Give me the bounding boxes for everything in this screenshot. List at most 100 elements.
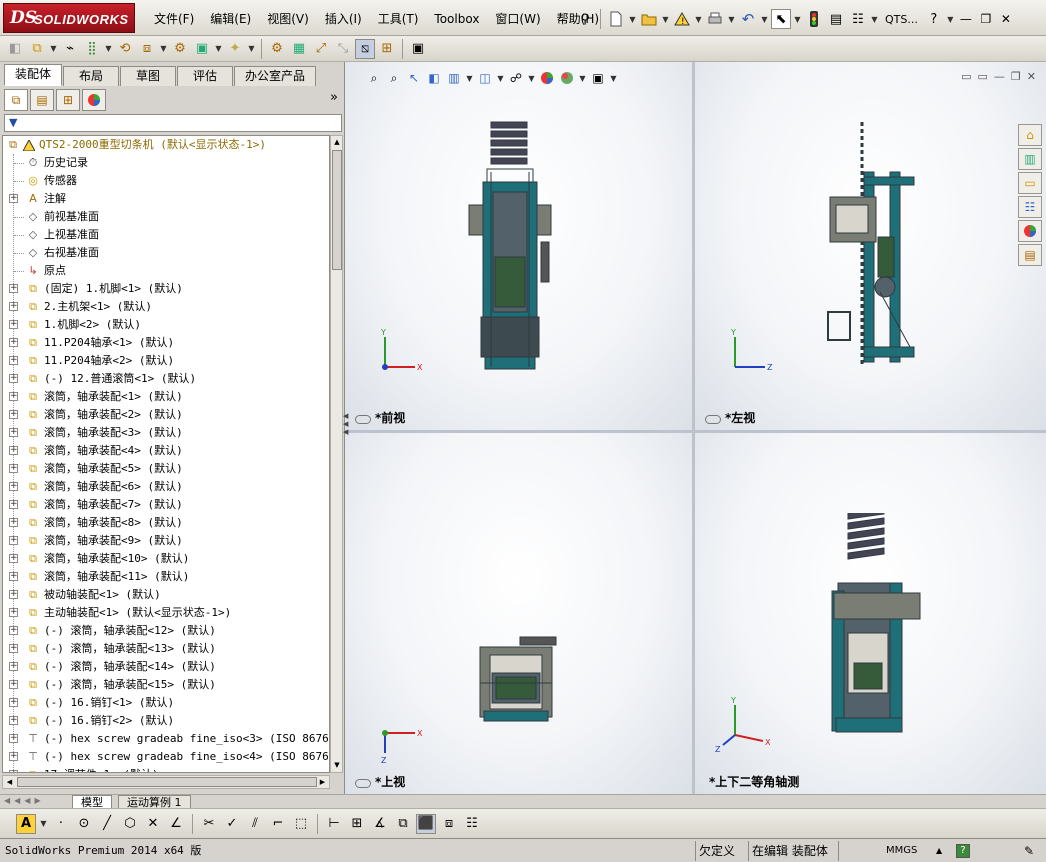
expand-icon[interactable]: + <box>9 410 18 419</box>
shaded-cube-icon[interactable]: ⬛ <box>416 813 436 834</box>
tree-item-component[interactable]: + ⊤ (-) hex screw gradeab fine_iso<3> (ISO… <box>3 730 329 748</box>
tree-vertical-scrollbar[interactable]: ▲ ▼ <box>330 135 343 773</box>
warning-icon[interactable]: ! <box>672 9 692 29</box>
tree-item-feature[interactable]: ◇ 上视基准面 <box>3 226 329 244</box>
undo-dropdown-icon[interactable]: ▼ <box>760 9 769 29</box>
zoom-to-fit-icon[interactable]: ⌕ <box>365 69 383 87</box>
tab-assembly[interactable]: 装配体 <box>4 64 63 86</box>
tree-horizontal-scrollbar[interactable]: ◀ ▶ <box>2 775 330 789</box>
expand-icon[interactable]: + <box>9 536 18 545</box>
view-palette-icon[interactable]: ☷ <box>1018 196 1042 218</box>
orientation-dropdown-icon[interactable]: ▼ <box>496 68 505 88</box>
machine-model-dimetric[interactable] <box>820 513 930 743</box>
scroll-down-icon[interactable]: ▼ <box>331 759 343 772</box>
viewport-top[interactable]: X Z *上视 <box>345 433 692 794</box>
instant3d-icon[interactable]: ▣ <box>408 39 428 59</box>
clearance-verification-icon[interactable]: ⊞ <box>377 39 397 59</box>
viewport-split-icon[interactable]: ▭ <box>978 70 988 83</box>
tree-item-component[interactable]: + ⧉ (-) 12.普通滚筒<1> (默认) <box>3 370 329 388</box>
dashed-box-icon[interactable]: ⬚ <box>291 814 311 834</box>
angle-dimension-icon[interactable]: ∡ <box>370 814 390 834</box>
machine-model-front[interactable] <box>455 117 565 377</box>
tree-item-feature[interactable]: ◇ 右视基准面 <box>3 244 329 262</box>
file-explorer-icon[interactable]: ▭ <box>1018 172 1042 194</box>
print-dropdown-icon[interactable]: ▼ <box>727 9 736 29</box>
check-icon[interactable]: ✓ <box>222 814 242 834</box>
tree-item-component[interactable]: + ⧉ (-) 滚筒，轴承装配<14> (默认) <box>3 658 329 676</box>
scene-dropdown-icon[interactable]: ▼ <box>578 68 587 88</box>
tab-sketch[interactable]: 草图 <box>120 66 177 86</box>
undo-icon[interactable]: ↶ <box>738 9 758 29</box>
tree-item-component[interactable]: + ⧉ 主动轴装配<1> (默认<显示状态-1>) <box>3 604 329 622</box>
tree-item-component[interactable]: + ⊤ (-) hex screw gradeab fine_iso<4> (ISO… <box>3 748 329 766</box>
expand-icon[interactable]: + <box>9 716 18 725</box>
bill-of-materials-icon[interactable]: ▦ <box>289 39 309 59</box>
expand-icon[interactable]: + <box>9 698 18 707</box>
circle-center-icon[interactable]: ⊙ <box>74 814 94 834</box>
view-settings-icon[interactable]: ▣ <box>589 69 607 87</box>
open-dropdown-icon[interactable]: ▼ <box>661 9 670 29</box>
print-icon[interactable] <box>705 9 725 29</box>
tree-item-feature[interactable]: ↳ 原点 <box>3 262 329 280</box>
expand-icon[interactable]: + <box>9 554 18 563</box>
configuration-manager-icon[interactable]: ⊞ <box>56 89 80 111</box>
scroll-up-icon[interactable]: ▲ <box>331 136 343 149</box>
new-motion-study-icon[interactable]: ⚙ <box>267 39 287 59</box>
feature-manager-icon[interactable]: ⧉ <box>4 89 28 111</box>
reference-geometry-icon[interactable]: ✦ <box>225 39 245 59</box>
expand-icon[interactable]: + <box>9 734 18 743</box>
dynamic-annotation-icon[interactable]: ▥ <box>445 69 463 87</box>
property-manager-icon[interactable]: ▤ <box>30 89 54 111</box>
polygon-icon[interactable]: ⬡ <box>120 814 140 834</box>
menu-tools[interactable]: 工具(T) <box>370 10 427 28</box>
camera-icon[interactable]: ⧈ <box>439 814 459 834</box>
machine-model-left[interactable] <box>820 117 930 377</box>
edit-appearance-icon[interactable] <box>538 69 556 87</box>
expand-icon[interactable]: + <box>9 680 18 689</box>
scissors-icon[interactable]: ✂ <box>199 814 219 834</box>
exploded-view-icon[interactable]: ⤢ <box>311 39 331 59</box>
new-part-icon[interactable]: ⧉ <box>27 39 47 59</box>
offset-lines-icon[interactable]: ⫽ <box>245 814 265 834</box>
scroll-right-icon[interactable]: ▶ <box>316 776 329 788</box>
expand-icon[interactable]: + <box>9 428 18 437</box>
help-status-icon[interactable]: ? <box>956 844 970 858</box>
view-settings-dropdown-icon[interactable]: ▼ <box>609 68 618 88</box>
units-display[interactable]: MMGS <box>886 842 917 860</box>
options-dropdown-icon[interactable]: ▼ <box>870 9 879 29</box>
expand-icon[interactable]: + <box>9 392 18 401</box>
appearances-icon[interactable] <box>1018 220 1042 242</box>
expand-icon[interactable]: + <box>9 446 18 455</box>
tree-item-feature[interactable]: ⏱ 历史记录 <box>3 154 329 172</box>
mate-icon[interactable]: ⌁ <box>60 39 80 59</box>
viewport-tile-icon[interactable]: ▭ <box>961 70 971 83</box>
menu-insert[interactable]: 插入(I) <box>317 10 370 28</box>
tab-layout[interactable]: 布局 <box>63 66 120 86</box>
tree-item-component[interactable]: + ⧉ 滚筒，轴承装配<4> (默认) <box>3 442 329 460</box>
expand-icon[interactable]: + <box>9 644 18 653</box>
expand-icon[interactable]: + <box>9 500 18 509</box>
tree-item-component[interactable]: + ⧉ 滚筒，轴承装配<7> (默认) <box>3 496 329 514</box>
expand-chevron-icon[interactable]: » <box>330 90 338 105</box>
expand-icon[interactable]: + <box>9 752 18 761</box>
table-icon[interactable]: ☷ <box>462 814 482 834</box>
point-icon[interactable]: · <box>51 814 71 834</box>
tree-item-component[interactable]: + ⧉ 11.P204轴承<1> (默认) <box>3 334 329 352</box>
expand-icon[interactable]: + <box>9 194 18 203</box>
annotation-icon[interactable]: A <box>16 813 36 834</box>
trim-icon[interactable]: ✕ <box>143 814 163 834</box>
select-dropdown-icon[interactable]: ▼ <box>793 9 802 29</box>
tab-evaluate[interactable]: 评估 <box>177 66 234 86</box>
tree-item-component[interactable]: + ⧉17.调节件<1> (默认) <box>3 766 329 772</box>
tree-item-component[interactable]: + ⧉ 滚筒，轴承装配<9> (默认) <box>3 532 329 550</box>
view-link-icon[interactable] <box>705 415 721 424</box>
tree-item-component[interactable]: + ⧉ 滚筒，轴承装配<2> (默认) <box>3 406 329 424</box>
pushpin-icon[interactable]: ⚲ <box>575 9 595 29</box>
tree-item-component[interactable]: + ⧉ 滚筒，轴承装配<3> (默认) <box>3 424 329 442</box>
units-dropdown-icon[interactable]: ▲ <box>936 842 942 860</box>
expand-icon[interactable]: + <box>9 518 18 527</box>
tree-item-feature[interactable]: ◎ 传感器 <box>3 172 329 190</box>
component-pattern-icon[interactable]: ⣿ <box>82 39 102 59</box>
tree-item-component[interactable]: + ⧉ (固定) 1.机脚<1> (默认) <box>3 280 329 298</box>
scroll-thumb[interactable] <box>332 150 342 270</box>
